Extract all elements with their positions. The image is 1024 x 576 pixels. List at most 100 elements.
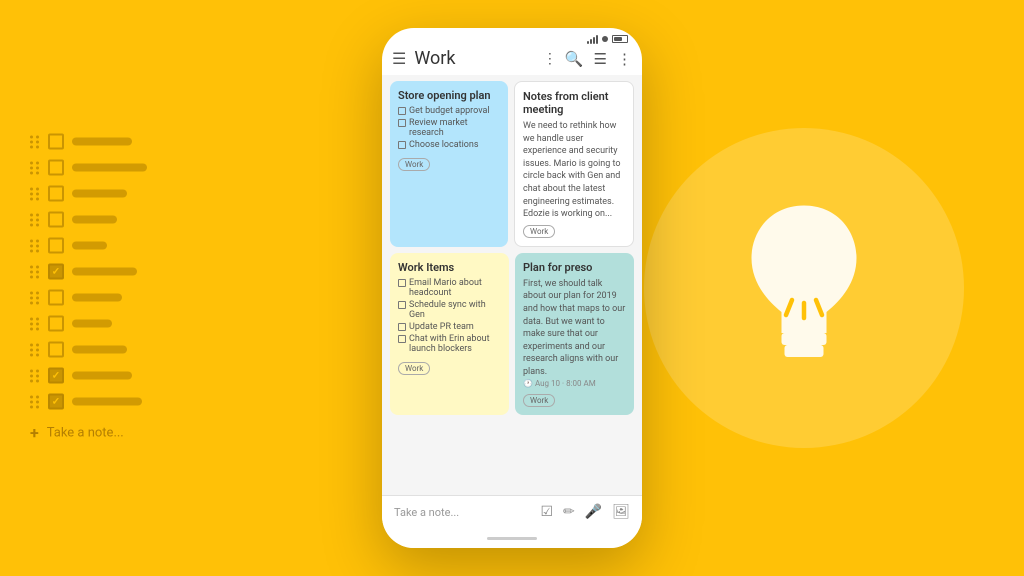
note-tag[interactable]: Work <box>398 158 430 171</box>
checkbox-10[interactable] <box>48 368 64 384</box>
drag-handle <box>30 343 40 356</box>
overflow-menu-icon[interactable]: ⋮ <box>617 50 632 68</box>
phone-home-bar <box>382 528 642 548</box>
note-store-opening[interactable]: Store opening plan Get budget approval R… <box>390 81 508 247</box>
header-icons: 🔍 ☰ ⋮ <box>565 50 632 68</box>
checkbox-7[interactable] <box>48 290 64 306</box>
check-item: Review market research <box>398 118 500 138</box>
list-bar <box>72 372 132 380</box>
check-item: Chat with Erin about launch blockers <box>398 334 501 354</box>
add-item-label: Take a note... <box>47 426 124 441</box>
note-tag[interactable]: Work <box>398 362 430 375</box>
list-row-6 <box>30 264 147 280</box>
check-box <box>398 279 406 287</box>
check-item: Schedule sync with Gen <box>398 300 501 320</box>
note-tag[interactable]: Work <box>523 225 555 238</box>
list-bar <box>72 294 122 302</box>
checkbox-5[interactable] <box>48 238 64 254</box>
checkbox-9[interactable] <box>48 342 64 358</box>
drag-handle <box>30 187 40 200</box>
check-box <box>398 119 406 127</box>
check-box <box>398 141 406 149</box>
check-box <box>398 301 406 309</box>
note-body: We need to rethink how we handle user ex… <box>523 120 625 221</box>
bottom-icons: ☑ ✏ 🎤 🖼 <box>540 504 630 520</box>
menu-icon[interactable]: ☰ <box>392 49 406 68</box>
note-title: Plan for preso <box>523 261 626 274</box>
take-note-placeholder[interactable]: Take a note... <box>394 506 540 519</box>
draw-icon[interactable]: ✏ <box>563 504 575 520</box>
checkbox-3[interactable] <box>48 186 64 202</box>
notes-area: Store opening plan Get budget approval R… <box>382 75 642 495</box>
list-row-10 <box>30 368 147 384</box>
list-row-8 <box>30 316 147 332</box>
checkbox-4[interactable] <box>48 212 64 228</box>
mic-icon[interactable]: 🎤 <box>585 504 602 520</box>
list-bar <box>72 190 127 198</box>
drag-handle <box>30 135 40 148</box>
battery-icon <box>612 35 628 43</box>
list-row-9 <box>30 342 147 358</box>
checkbox-6[interactable] <box>48 264 64 280</box>
list-row-11 <box>30 394 147 410</box>
check-box <box>398 323 406 331</box>
check-item: Choose locations <box>398 140 500 150</box>
clock-icon: 🕐 <box>523 379 533 388</box>
note-checklist: Get budget approval Review market resear… <box>398 106 500 150</box>
search-icon[interactable]: 🔍 <box>565 50 584 68</box>
list-bar <box>72 398 142 406</box>
note-checklist: Email Mario about headcount Schedule syn… <box>398 278 501 354</box>
checkbox-2[interactable] <box>48 160 64 176</box>
list-bar <box>72 138 132 146</box>
home-indicator <box>487 537 537 540</box>
phone: ☰ Work ⋮ 🔍 ☰ ⋮ Store opening plan Get bu… <box>382 28 642 548</box>
checklist-icon[interactable]: ☑ <box>540 504 553 520</box>
checkbox-1[interactable] <box>48 134 64 150</box>
drag-handle <box>30 291 40 304</box>
more-dots-icon[interactable]: ⋮ <box>543 51 557 67</box>
drag-handle <box>30 213 40 226</box>
drag-handle <box>30 239 40 252</box>
lightbulb-icon <box>724 198 884 378</box>
image-icon[interactable]: 🖼 <box>612 504 630 520</box>
list-bar <box>72 320 112 328</box>
check-item: Update PR team <box>398 322 501 332</box>
drag-handle <box>30 395 40 408</box>
note-body: First, we should talk about our plan for… <box>523 278 626 379</box>
list-row-1 <box>30 134 147 150</box>
drag-handle <box>30 369 40 382</box>
check-item: Email Mario about headcount <box>398 278 501 298</box>
list-bar <box>72 346 127 354</box>
list-bar <box>72 242 107 250</box>
note-client-meeting[interactable]: Notes from client meeting We need to ret… <box>514 81 634 247</box>
notes-row-1: Store opening plan Get budget approval R… <box>390 81 634 247</box>
left-checklist: + Take a note... <box>30 134 147 443</box>
status-bar <box>382 28 642 44</box>
list-row-4 <box>30 212 147 228</box>
list-bar <box>72 216 117 224</box>
list-bar <box>72 268 137 276</box>
drag-handle <box>30 265 40 278</box>
list-row-5 <box>30 238 147 254</box>
app-title: Work <box>414 48 535 69</box>
check-box <box>398 107 406 115</box>
list-row-2 <box>30 160 147 176</box>
notes-row-2: Work Items Email Mario about headcount S… <box>390 253 634 415</box>
checkbox-8[interactable] <box>48 316 64 332</box>
note-plan-preso[interactable]: Plan for preso First, we should talk abo… <box>515 253 634 415</box>
note-date: 🕐 Aug 10 · 8:00 AM <box>523 379 626 388</box>
drag-handle <box>30 161 40 174</box>
note-title: Work Items <box>398 261 501 274</box>
note-title: Notes from client meeting <box>523 90 625 116</box>
note-tag[interactable]: Work <box>523 394 555 407</box>
bottom-bar: Take a note... ☑ ✏ 🎤 🖼 <box>382 495 642 528</box>
checkbox-11[interactable] <box>48 394 64 410</box>
drag-handle <box>30 317 40 330</box>
view-toggle-icon[interactable]: ☰ <box>594 50 607 68</box>
check-item: Get budget approval <box>398 106 500 116</box>
check-box <box>398 335 406 343</box>
add-item-row[interactable]: + Take a note... <box>30 424 147 443</box>
list-row-3 <box>30 186 147 202</box>
app-header: ☰ Work ⋮ 🔍 ☰ ⋮ <box>382 44 642 75</box>
note-work-items[interactable]: Work Items Email Mario about headcount S… <box>390 253 509 415</box>
